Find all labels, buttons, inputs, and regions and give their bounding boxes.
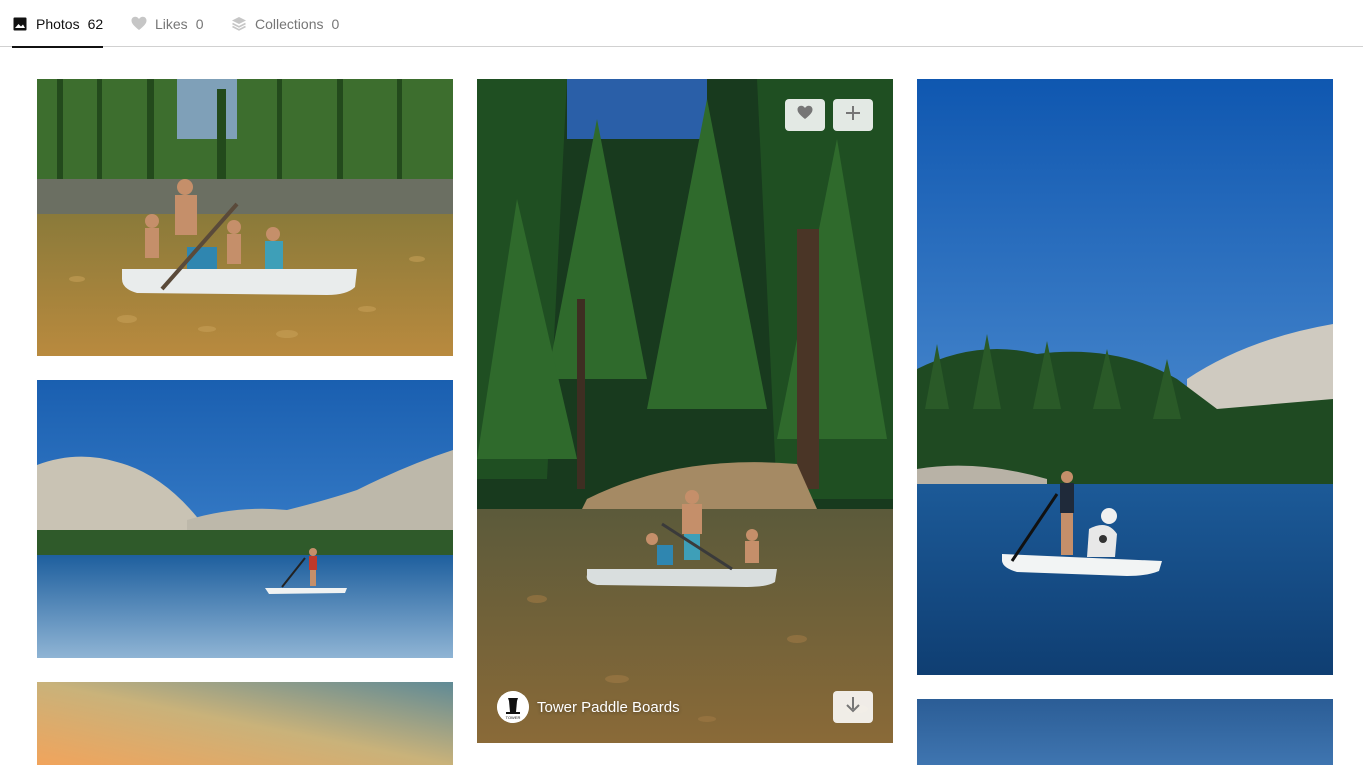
photo-card[interactable] [917,79,1333,675]
image-icon [12,16,28,32]
tab-likes-count: 0 [195,15,204,32]
photo-card-hovered[interactable]: TOWER Tower Paddle Boards [477,79,893,743]
tab-photos[interactable]: Photos 62 [12,0,104,48]
photo-image [37,682,453,765]
photo-card[interactable] [37,380,453,658]
tab-likes[interactable]: Likes 0 [131,0,203,47]
tab-collections-count: 0 [331,15,340,32]
arrow-down-icon [846,696,860,718]
profile-tab-bar: Photos 62 Likes 0 Collections 0 [0,0,1363,48]
heart-icon [131,16,147,32]
add-to-collection-button[interactable] [833,99,873,131]
tab-photos-count: 62 [87,15,104,32]
stack-icon [231,16,247,32]
photo-image [37,380,453,658]
plus-icon [846,105,860,125]
tab-photos-label: Photos [36,15,80,32]
photo-image [37,79,453,356]
photo-author[interactable]: TOWER Tower Paddle Boards [497,691,680,723]
like-button[interactable] [785,99,825,131]
photo-image [917,699,1333,765]
photo-card[interactable] [917,699,1333,765]
tab-collections[interactable]: Collections 0 [231,0,339,47]
photo-card[interactable] [37,682,453,765]
author-name[interactable]: Tower Paddle Boards [537,699,680,716]
tab-likes-label: Likes [155,15,188,32]
svg-text:TOWER: TOWER [506,715,521,720]
heart-icon [797,105,813,125]
download-button[interactable] [833,691,873,723]
avatar: TOWER [497,691,529,723]
photo-image [477,79,893,743]
photo-card[interactable] [37,79,453,356]
tab-collections-label: Collections [255,15,324,32]
photo-image [917,79,1333,675]
